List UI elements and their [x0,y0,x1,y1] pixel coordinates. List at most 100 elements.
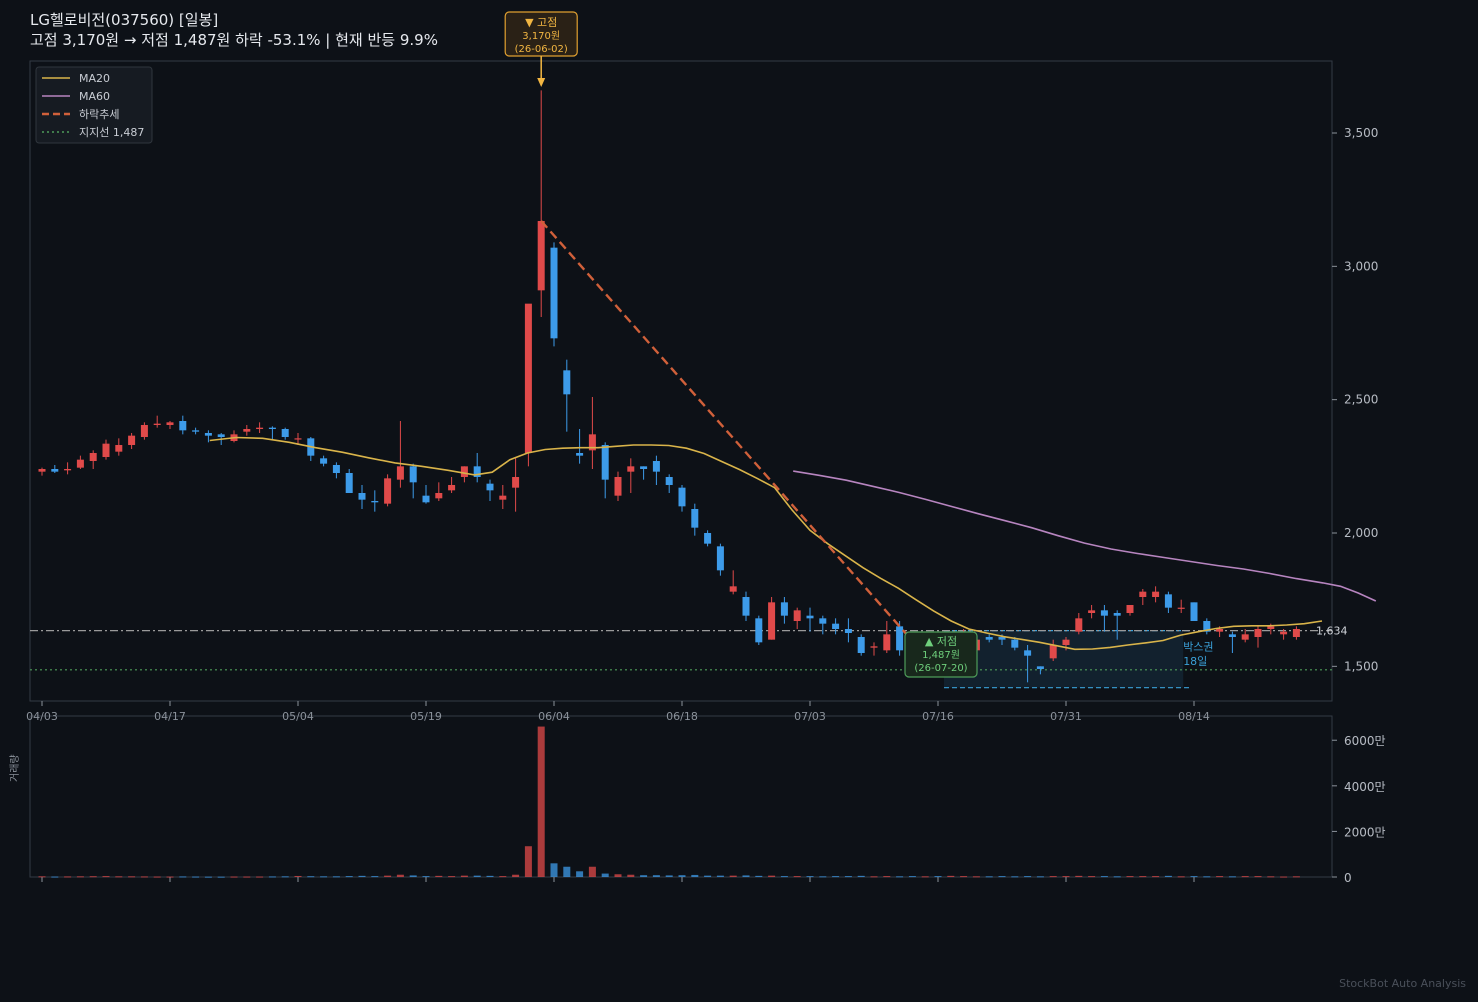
volume-bar [780,876,788,878]
price-panel-frame [29,60,1333,702]
candle-body [1228,634,1236,637]
y-tick-label: 2,500 [1344,393,1378,407]
candle-body [128,435,136,445]
volume-bar [51,876,59,878]
volume-bar [1075,875,1083,877]
candle-body [115,445,123,452]
volume-bar [1152,876,1160,878]
candle-body [448,485,456,491]
peak-annotation-price: 3,170원 [522,30,560,42]
volume-y-tick-label: 6000만 [1344,734,1386,748]
candle-body [1280,631,1288,635]
x-tick-label: 06/04 [538,710,570,723]
volume-bar [883,876,891,878]
candle-body [870,646,878,648]
candle-body [524,303,532,453]
volume-bar [908,876,916,878]
candle-body [179,421,187,431]
candle-body [691,509,699,528]
volume-bar [294,875,302,877]
legend-label: 지지선 1,487 [79,126,144,139]
volume-bar [921,876,929,878]
candle-body [704,533,712,544]
candle-body [857,637,865,653]
candle-body [89,453,97,461]
candle-body [1152,591,1160,597]
volume-bar [588,866,596,877]
candle-body [1216,629,1224,632]
volume-bar [563,866,571,877]
volume-y-tick-label: 0 [1344,871,1352,885]
volume-bar [755,875,763,877]
volume-bar [38,876,46,878]
resistance-label: 1,634 [1316,625,1348,638]
candle-body [985,637,993,640]
volume-bar [896,876,904,878]
box-days-label: 18일 [1183,654,1207,668]
candle-body [268,427,276,429]
volume-bar [550,863,558,877]
volume-bar [716,875,724,877]
volume-bar [422,876,430,878]
volume-bar [614,874,622,877]
volume-bar [1113,876,1121,878]
candle-body [1075,618,1083,632]
candle-body [1292,629,1300,637]
volume-bar [1292,876,1300,878]
x-tick-label: 07/03 [794,710,826,723]
volume-bar [1164,875,1172,877]
candle-body [614,477,622,496]
box-label: 박스권 [1183,640,1213,653]
x-tick-label: 07/31 [1050,710,1082,723]
candle-body [217,434,225,437]
volume-bar [524,846,532,877]
candle-body [153,423,161,425]
candle-body [1267,626,1275,629]
trough-annotation-date: (26-07-20) [914,663,967,674]
box-zone [944,630,1184,688]
candle-body [358,493,366,500]
volume-bar [768,875,776,877]
x-tick-label: 07/16 [922,710,954,723]
candle-body [166,422,174,425]
downtrend-line [540,220,939,671]
volume-bar [806,876,814,878]
volume-bar [640,875,648,877]
volume-bar [947,875,955,877]
volume-bar [128,876,136,878]
candle-body [1177,607,1185,609]
y-tick-label: 3,000 [1344,259,1378,273]
candle-body [768,602,776,640]
volume-bar [1036,876,1044,878]
volume-bar [1280,876,1288,878]
candle-body [652,461,660,472]
volume-bar [627,874,635,877]
volume-bar [1190,876,1198,878]
candle-body [1049,645,1057,659]
volume-bar [857,875,865,877]
volume-bar [1177,876,1185,878]
legend-label: 하락추세 [79,107,119,121]
trough-annotation-title: ▲ 저점 [925,635,957,648]
volume-bar [870,876,878,878]
volume-bar [1203,876,1211,878]
candle-body [102,443,110,457]
volume-bar [652,875,660,877]
y-tick-label: 1,500 [1344,659,1378,673]
candle-body [755,618,763,643]
volume-bar [601,873,609,877]
volume-bar [1228,876,1236,878]
candle-body [537,221,545,291]
candle-body [499,495,507,500]
candle-body [1024,650,1032,656]
volume-bar [179,876,187,878]
candle-body [332,465,340,473]
candle-body [51,469,59,472]
volume-bar [384,875,392,877]
candle-body [281,429,289,437]
volume-bar [1267,876,1275,878]
volume-bar [435,875,443,877]
candle-body [294,438,302,440]
candle-body [844,629,852,633]
candle-body [780,602,788,616]
